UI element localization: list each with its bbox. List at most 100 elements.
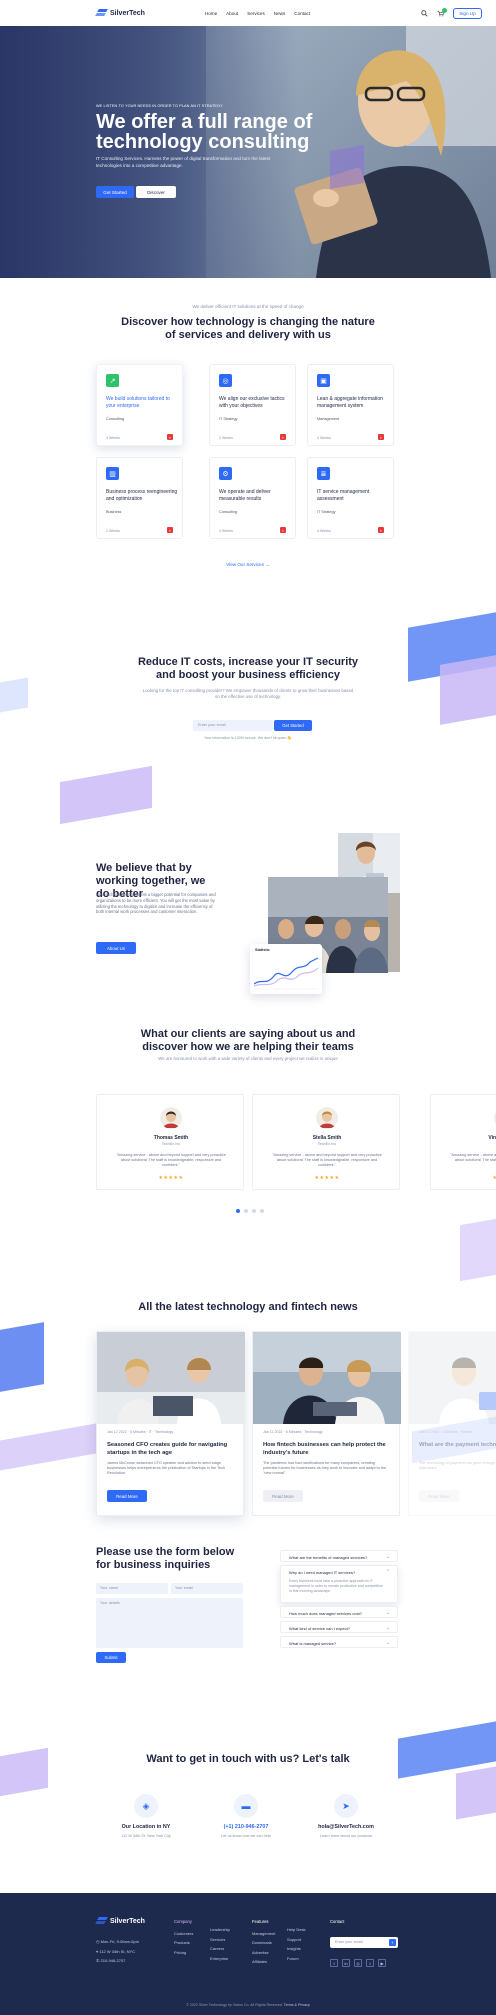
contact-subtext: Learn more about our products	[319, 1834, 373, 1838]
service-card[interactable]: ▥ Business process reengineering and opt…	[96, 457, 183, 539]
email-input[interactable]: Your email	[171, 1583, 243, 1594]
contact-heading[interactable]: hola@SilverTech.com	[296, 1824, 396, 1830]
faq-question[interactable]: What kind of service can I expect?	[289, 1626, 385, 1631]
footer-email-input[interactable]: Enter your email	[330, 1937, 398, 1948]
faq-item[interactable]: What is managed service? ⌄	[280, 1636, 398, 1648]
faq-answer: Every business must take a proactive app…	[289, 1579, 383, 1593]
site-footer: SilverTech ◷ Mon-Fri, 9:00am-5pm ⌖ 112 W…	[0, 1893, 496, 2015]
read-more-button[interactable]: Read More	[263, 1490, 303, 1502]
news-title[interactable]: What are the payment technologies	[419, 1442, 496, 1450]
linkedin-icon[interactable]: in	[342, 1959, 350, 1967]
footer-link[interactable]: Products	[174, 1938, 193, 1948]
nav-services[interactable]: Services	[247, 11, 265, 16]
terms-link[interactable]: Terms & Privacy	[284, 2003, 310, 2007]
footer-link[interactable]: Downloads	[252, 1938, 275, 1948]
submit-button[interactable]: Submit	[96, 1652, 126, 1663]
footer-link[interactable]: Insights	[287, 1944, 305, 1954]
nav-news[interactable]: News	[274, 11, 286, 16]
service-card[interactable]: ▣ Lean & aggregate information managemen…	[307, 364, 394, 446]
footer-link[interactable]: Affiliates	[252, 1957, 275, 1967]
footer-link[interactable]: Forum	[287, 1954, 305, 1964]
news-card[interactable]: Jan 10 2022 · 4 Minutes · Fintech What a…	[408, 1331, 496, 1516]
hero-section: WE LISTEN TO YOUR NEEDS IN ORDER TO PLAN…	[0, 26, 496, 278]
chevron-down-icon[interactable]: ⌄	[386, 1554, 390, 1560]
faq-item[interactable]: How much does managed services cost? ⌄	[280, 1606, 398, 1618]
signup-button[interactable]: Sign Up	[453, 7, 482, 19]
cart-icon[interactable]	[437, 7, 447, 17]
discover-button[interactable]: Discover	[136, 186, 176, 198]
service-card[interactable]: ⚙ We operate and deliver measurable resu…	[209, 457, 296, 539]
footer-link[interactable]: Customers	[174, 1929, 193, 1939]
footer-link[interactable]: Leadership	[210, 1925, 230, 1935]
service-card[interactable]: ◎ We align our exclusive tactics with yo…	[209, 364, 296, 446]
facebook-icon[interactable]: f	[330, 1959, 338, 1967]
youtube-icon[interactable]: ▶	[378, 1959, 386, 1967]
service-card[interactable]: ≣ IT service management assessment IT St…	[307, 457, 394, 539]
carousel-dot[interactable]	[252, 1209, 256, 1213]
footer-col-2: Leadership Services Careers Enterprise	[210, 1925, 230, 1963]
rating-stars: ★★★★★	[314, 1175, 340, 1181]
twitter-icon[interactable]: t	[366, 1959, 374, 1967]
search-icon[interactable]	[421, 9, 428, 17]
details-textarea[interactable]: Your details	[96, 1598, 243, 1648]
flag-icon: ▪	[280, 527, 286, 533]
faq-item[interactable]: What kind of service can I expect? ⌄	[280, 1621, 398, 1633]
phone-text: 210-946-2707	[100, 1958, 126, 1963]
view-services-link[interactable]: View Our Services →	[0, 562, 496, 567]
footer-logo[interactable]: SilverTech	[95, 1917, 145, 1926]
chevron-up-icon[interactable]: ⌃	[386, 1569, 390, 1575]
chevron-down-icon[interactable]: ⌄	[386, 1610, 390, 1616]
chevron-down-icon[interactable]: ⌄	[386, 1625, 390, 1631]
service-card-duration: 4 Weeks	[317, 436, 331, 440]
about-us-button[interactable]: About Us	[96, 942, 136, 954]
send-icon[interactable]: ›	[389, 1939, 396, 1946]
contact-subtext: Let us know how we can help	[221, 1834, 271, 1838]
get-started-button[interactable]: Get Started	[96, 186, 134, 198]
footer-link[interactable]: Advertise	[252, 1948, 275, 1958]
carousel-dot[interactable]	[244, 1209, 248, 1213]
service-card-category: Consulting	[106, 417, 124, 421]
nav-contact[interactable]: Contact	[294, 11, 310, 16]
service-card[interactable]: ↗ We build solutions tailored to your en…	[96, 364, 183, 446]
avatar	[160, 1107, 182, 1129]
logo-icon	[95, 8, 108, 18]
footer-link[interactable]: Company	[174, 1917, 193, 1927]
news-card[interactable]: Jan 11 2022 · 6 Minutes · Technology How…	[252, 1331, 401, 1516]
contact-heading[interactable]: (+1) 210-946-2707	[196, 1824, 296, 1830]
faq-question[interactable]: How much does managed services cost?	[289, 1611, 385, 1616]
news-card[interactable]: Jan 12 2022 · 5 Minutes · IT · Technolog…	[96, 1331, 245, 1516]
chevron-down-icon[interactable]: ⌄	[386, 1640, 390, 1646]
footer-link[interactable]: Enterprise	[210, 1954, 230, 1964]
carousel-dot[interactable]	[260, 1209, 264, 1213]
faq-question[interactable]: Why do I need managed IT services?	[289, 1570, 385, 1575]
news-title[interactable]: How fintech businesses can help protect …	[263, 1442, 388, 1457]
layers-icon: ≣	[317, 467, 330, 480]
name-input[interactable]: Your name	[96, 1583, 168, 1594]
news-title[interactable]: Seasoned CFO creates guide for navigatin…	[107, 1442, 232, 1457]
read-more-button[interactable]: Read More	[419, 1490, 459, 1502]
footer-link[interactable]: Management	[252, 1929, 275, 1939]
statistic-title: Statistic	[255, 948, 270, 952]
nav-about[interactable]: About	[226, 11, 238, 16]
footer-link[interactable]: Support	[287, 1935, 305, 1945]
faq-question[interactable]: What are the benefits of managed service…	[289, 1555, 385, 1560]
footer-link[interactable]: Pricing	[174, 1948, 193, 1958]
footer-link[interactable]: Help Desk	[287, 1925, 305, 1935]
cta-submit-button[interactable]: Get Started	[274, 720, 312, 731]
footer-address: ⌖ 112 W 34th St, NYC	[96, 1947, 139, 1957]
faq-question[interactable]: What is managed service?	[289, 1641, 385, 1646]
footer-link[interactable]: Services	[210, 1935, 230, 1945]
service-card-title: IT service management assessment	[317, 489, 370, 502]
brand-logo[interactable]: SilverTech	[95, 8, 145, 18]
cta-email-input[interactable]: Enter your email	[193, 720, 273, 731]
read-more-button[interactable]: Read More	[107, 1490, 147, 1502]
carousel-dot-active[interactable]	[236, 1209, 240, 1213]
instagram-icon[interactable]: ◎	[354, 1959, 362, 1967]
footer-link[interactable]: Careers	[210, 1944, 230, 1954]
service-card-title: We operate and deliver measurable result…	[219, 489, 271, 502]
carousel-dots	[236, 1209, 264, 1213]
faq-item[interactable]: What are the benefits of managed service…	[280, 1550, 398, 1562]
services-title: Discover how technology is changing the …	[121, 316, 375, 341]
faq-item[interactable]: Why do I need managed IT services? ⌃ Eve…	[280, 1565, 398, 1603]
nav-home[interactable]: Home	[205, 11, 217, 16]
